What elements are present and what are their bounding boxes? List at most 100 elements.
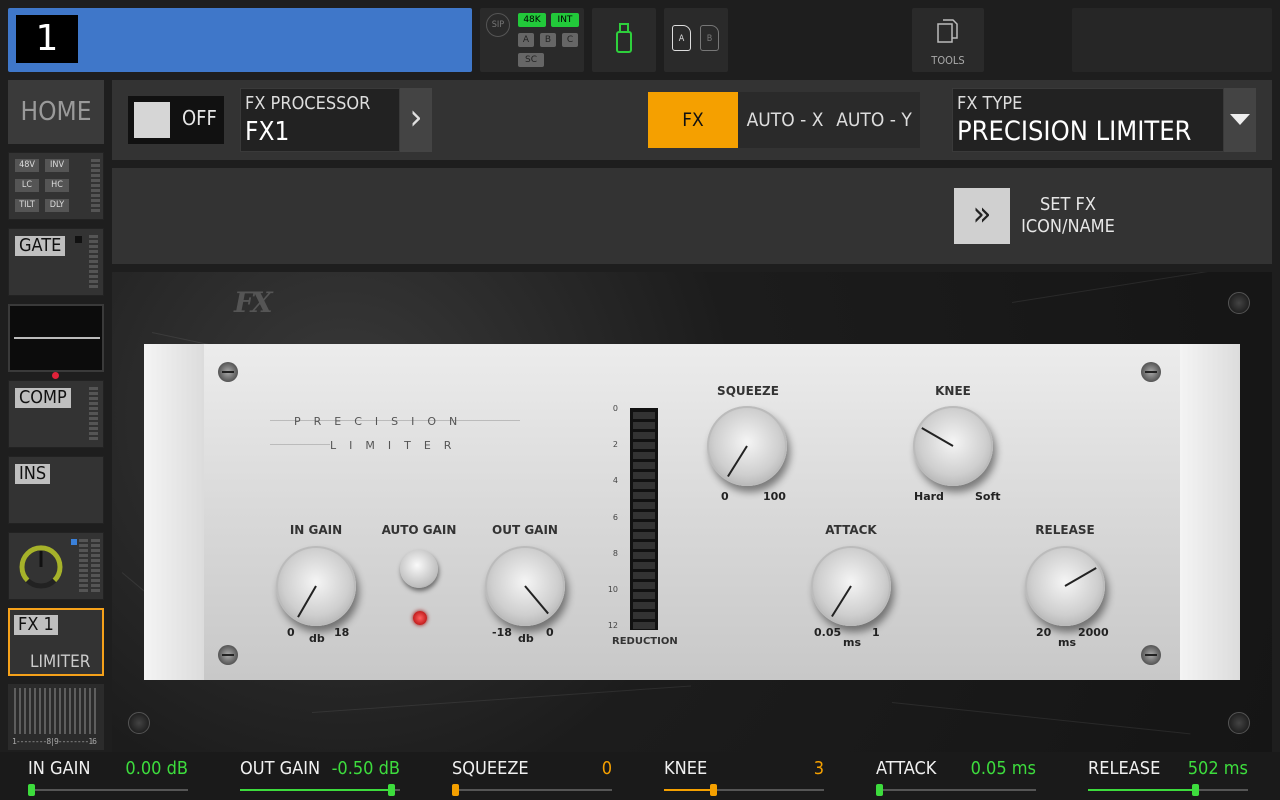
tab-auto-x[interactable]: AUTO - X [742,92,828,148]
out-gain-slider-handle[interactable] [388,784,396,796]
insert-label: INS [15,464,51,484]
meter-segment [633,552,655,559]
knob-pointer [727,445,748,478]
highcut-tag: HC [45,179,69,192]
tab-auto-y[interactable]: AUTO - Y [832,92,916,148]
brand-line-limiter: LIMITER [330,439,465,452]
auto-gain-button[interactable] [400,550,438,588]
out-gain-unit: db [518,632,534,645]
rack-fx-logo: FX [234,286,273,319]
comp-meter [89,387,98,442]
set-fx-label-line1: SET FX [1040,194,1096,215]
attack-knob[interactable] [811,546,891,626]
gate-key-indicator [75,236,82,243]
release-slider-handle[interactable] [1192,784,1200,796]
tilt-tag: TILT [15,199,39,212]
meter-segment [633,562,655,569]
slider-fill [1088,789,1193,791]
meter-segment [633,502,655,509]
fx-processor-next-button[interactable]: › [400,88,432,152]
meter-tick: 8 [612,549,618,558]
eq-curve [14,337,100,339]
card-a-icon: A [672,25,691,51]
param-knee-value: 3 [813,758,824,779]
usb-button[interactable] [592,8,656,72]
meter-segment [633,452,655,459]
input-meter [91,159,100,214]
knob-pointer [524,585,549,615]
fx-type-dropdown-button[interactable] [1224,88,1256,152]
knob-pointer [831,585,852,618]
attack-slider-handle[interactable] [876,784,883,796]
knee-knob[interactable] [913,406,993,486]
meter-segment [633,542,655,549]
blank-slot-button[interactable] [1072,8,1272,72]
brand-rule-short [270,444,330,445]
meter-tick: 10 [607,585,618,594]
knee-max: Soft [975,490,1001,503]
meter-tick: 2 [612,440,618,449]
card-slots-button[interactable]: A B [664,8,728,72]
tab-fx[interactable]: FX [648,92,738,148]
in-gain-max: 18 [334,626,350,639]
in-gain-slider-handle[interactable] [28,784,35,796]
meter-segment [633,612,655,619]
gain-meter-left [79,539,88,594]
fx-processor-box[interactable]: FX PROCESSOR FX1 [240,88,400,152]
gate-meter [89,235,98,290]
bus-b-badge: B [540,33,556,47]
fx1-slot-type: LIMITER [30,652,91,672]
squeeze-slider-handle[interactable] [452,784,459,796]
home-button[interactable]: HOME [8,80,104,144]
eq-clip-indicator [52,372,59,379]
squeeze-slider[interactable] [452,789,612,791]
fx1-slot-label: FX 1 [14,615,58,635]
attack-slider[interactable] [876,789,1036,791]
param-release-value: 502 ms [1187,758,1248,779]
fx1-slot[interactable]: FX 1 LIMITER [8,608,104,676]
screw-icon [218,645,238,665]
meter-segment [633,432,655,439]
slider-fill [664,789,710,791]
screw-icon [218,362,238,382]
insert-panel[interactable]: INS [8,456,104,524]
double-chevron-right-icon: » [972,194,992,234]
meter-segment [633,592,655,599]
comp-label: COMP [15,388,71,408]
squeeze-knob[interactable] [707,406,787,486]
channel-meters-panel[interactable]: 1--------8|9--------16 [8,684,104,750]
eq-panel[interactable] [8,304,104,372]
fx-processor-label: FX PROCESSOR [245,93,371,114]
release-knob[interactable] [1025,546,1105,626]
param-in-gain-value: 0.00 dB [125,758,188,779]
input-panel[interactable]: 48V INV LC HC TILT DLY [8,152,104,220]
gain-reduction-meter [630,408,658,630]
knob-pointer [1064,567,1097,587]
param-knee-name: KNEE [664,758,708,779]
fx-type-selector[interactable]: FX TYPE PRECISION LIMITER [952,88,1224,152]
meter-tick: 4 [612,476,618,485]
release-unit: ms [1058,636,1077,649]
attack-label: ATTACK [825,523,877,537]
documents-icon [937,19,958,43]
set-fx-button[interactable]: » [954,188,1010,244]
attack-min: 0.05 [814,626,842,639]
comp-panel[interactable]: COMP [8,380,104,448]
out-gain-knob[interactable] [485,546,565,626]
in-gain-slider[interactable] [28,789,188,791]
rack-screw-icon [1228,712,1250,734]
meter-segment [633,462,655,469]
attack-max: 1 [872,626,880,639]
meter-segment [633,422,655,429]
gain-panel[interactable] [8,532,104,600]
rate-badge: 48K [518,13,546,27]
meter-segment [633,622,655,629]
attack-unit: ms [843,636,862,649]
meter-segment [633,512,655,519]
meter-segment [633,482,655,489]
rack-screw-icon [1228,292,1250,314]
knee-slider-handle[interactable] [709,784,717,796]
gate-panel[interactable]: GATE [8,228,104,296]
in-gain-knob[interactable] [276,546,356,626]
chevron-right-icon: › [409,97,423,138]
